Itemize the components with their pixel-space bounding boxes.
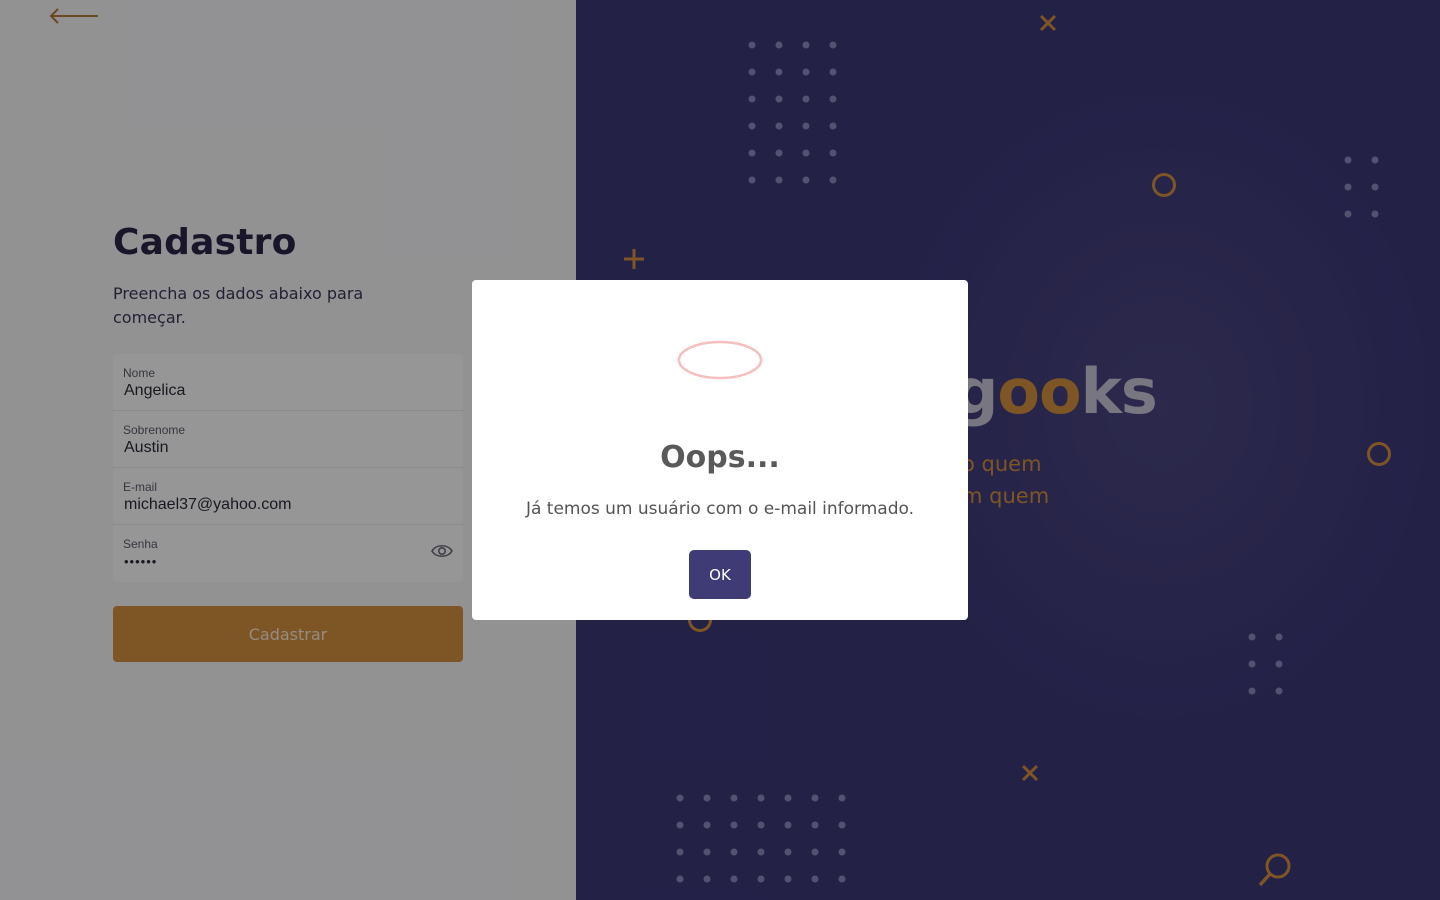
- ok-button[interactable]: OK: [689, 550, 751, 599]
- error-dialog: Oops... Já temos um usuário com o e-mail…: [472, 280, 968, 620]
- dialog-message: Já temos um usuário com o e-mail informa…: [525, 499, 915, 519]
- error-circle-icon: [677, 340, 763, 380]
- dialog-title: Oops...: [660, 440, 780, 475]
